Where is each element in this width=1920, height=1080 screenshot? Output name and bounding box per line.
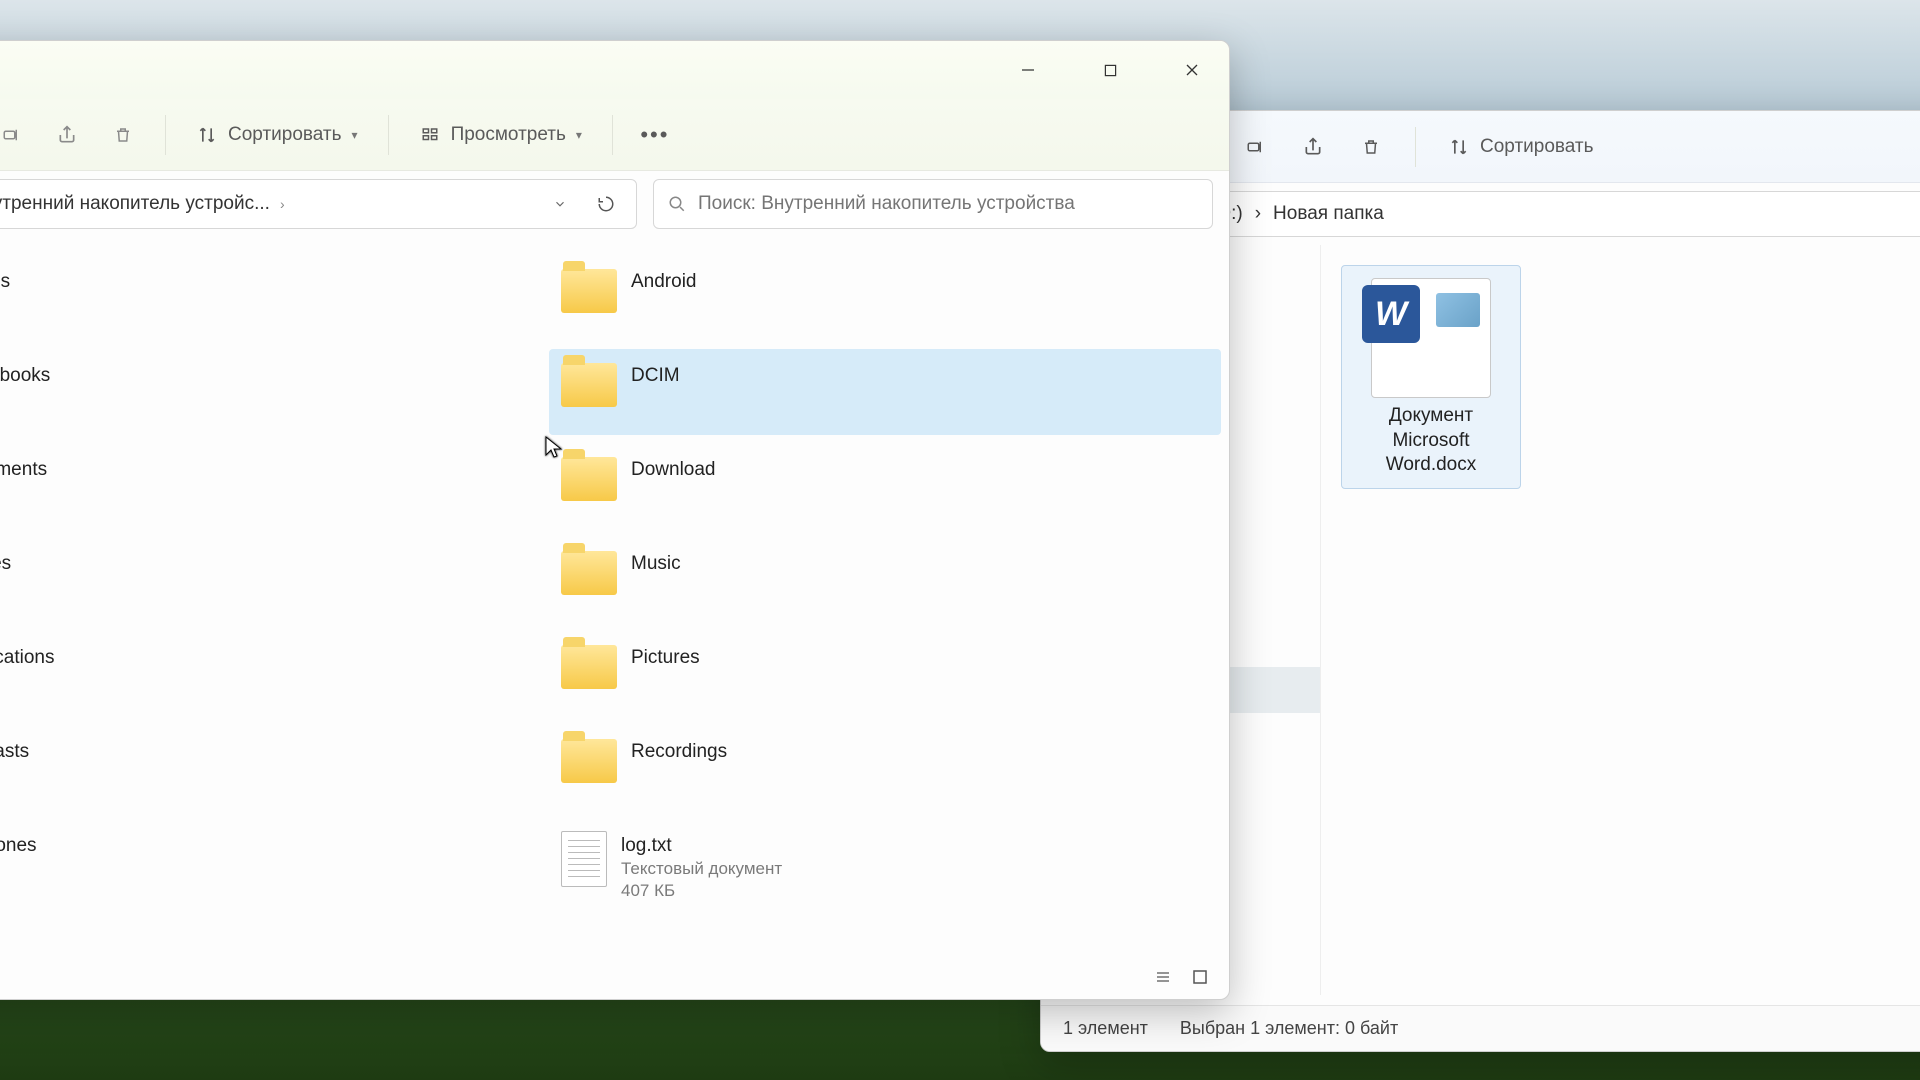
view-button[interactable]: Просмотреть ▾ — [407, 111, 594, 159]
file-item[interactable]: log.txtТекстовый документ407 КБ — [549, 819, 1221, 905]
search-icon — [668, 195, 686, 213]
explorer-window-device[interactable]: ройства Сортировать ▾ Просмотреть ▾ ••• … — [0, 40, 1230, 1000]
file-item-word-doc[interactable]: Документ Microsoft Word.docx — [1341, 265, 1521, 489]
separator — [388, 115, 389, 155]
file-name: Документ Microsoft Word.docx — [1386, 404, 1476, 478]
item-name: Movies — [0, 553, 11, 575]
chevron-down-icon: ▾ — [352, 128, 358, 142]
folder-icon — [561, 551, 617, 595]
rename-button[interactable] — [1231, 123, 1279, 171]
trash-icon — [112, 124, 134, 146]
breadcrumb-part2[interactable]: Внутренний накопитель устройс... — [0, 193, 270, 215]
refresh-button[interactable] — [588, 186, 624, 222]
sort-icon — [1448, 136, 1470, 158]
status-count: 1 элемент — [1063, 1018, 1148, 1039]
item-name: DCIM — [631, 365, 680, 387]
item-name: Documents — [0, 459, 47, 481]
word-document-icon — [1371, 278, 1491, 398]
folder-item[interactable]: Movies — [0, 537, 541, 623]
folder-item[interactable]: Documents — [0, 443, 541, 529]
separator — [612, 115, 613, 155]
address-bar[interactable]: V2026 › Внутренний накопитель устройс...… — [0, 179, 637, 229]
sort-label: Сортировать — [228, 124, 342, 146]
sort-button[interactable]: Сортировать — [1436, 123, 1606, 171]
chevron-down-icon: ▾ — [576, 128, 582, 142]
minimize-button[interactable] — [1005, 47, 1051, 93]
separator — [1415, 127, 1416, 167]
folder-icon — [561, 269, 617, 313]
share-icon — [1302, 136, 1324, 158]
folder-item[interactable]: Pictures — [549, 631, 1221, 717]
folder-icon — [561, 363, 617, 407]
folder-item[interactable]: Podcasts — [0, 725, 541, 811]
rename-icon — [0, 124, 22, 146]
folder-item[interactable]: Audiobooks — [0, 349, 541, 435]
text-file-icon — [561, 831, 607, 887]
item-name: Music — [631, 553, 681, 575]
close-button[interactable] — [1169, 47, 1215, 93]
folder-item[interactable]: Ringtones — [0, 819, 541, 905]
chevron-right-icon: › — [280, 196, 285, 212]
item-name: Podcasts — [0, 741, 29, 763]
rename-button[interactable] — [0, 111, 35, 159]
folder-item[interactable]: Recordings — [549, 725, 1221, 811]
delete-button[interactable] — [1347, 123, 1395, 171]
title-bar[interactable]: ройства — [0, 41, 1229, 99]
item-name: Ringtones — [0, 835, 37, 857]
chevron-right-icon: › — [1255, 203, 1261, 225]
search-input[interactable] — [698, 193, 1198, 215]
share-icon — [56, 124, 78, 146]
item-name: Notifications — [0, 647, 55, 669]
search-box[interactable] — [653, 179, 1213, 229]
item-name: Alarms — [0, 271, 10, 293]
sort-icon — [196, 124, 218, 146]
details-view-button[interactable] — [1153, 969, 1173, 985]
folder-icon — [561, 739, 617, 783]
folder-icon — [561, 457, 617, 501]
item-name: Audiobooks — [0, 365, 50, 387]
folder-icon — [561, 645, 617, 689]
item-name: Download — [631, 459, 716, 481]
maximize-button[interactable] — [1087, 47, 1133, 93]
toolbar: Сортировать ▾ Просмотреть ▾ ••• — [0, 99, 1229, 171]
item-type: Текстовый документ — [621, 859, 782, 879]
item-size: 407 КБ — [621, 881, 782, 901]
view-switcher — [1133, 955, 1229, 999]
more-button[interactable]: ••• — [631, 111, 679, 159]
folder-item[interactable]: Alarms — [0, 255, 541, 341]
item-name: log.txt — [621, 835, 782, 857]
folder-item[interactable]: Music — [549, 537, 1221, 623]
view-label: Просмотреть — [451, 124, 566, 146]
trash-icon — [1360, 136, 1382, 158]
share-button[interactable] — [43, 111, 91, 159]
status-selection: Выбран 1 элемент: 0 байт — [1180, 1018, 1398, 1039]
delete-button[interactable] — [99, 111, 147, 159]
rename-icon — [1244, 136, 1266, 158]
sort-button[interactable]: Сортировать ▾ — [184, 111, 370, 159]
item-name: Android — [631, 271, 697, 293]
ellipsis-icon: ••• — [644, 124, 666, 146]
address-row: V2026 › Внутренний накопитель устройс...… — [0, 171, 1229, 237]
thumbnails-view-button[interactable] — [1191, 968, 1209, 986]
item-name: Pictures — [631, 647, 700, 669]
breadcrumb-folder[interactable]: Новая папка — [1273, 203, 1384, 225]
sort-label: Сортировать — [1480, 136, 1594, 158]
file-area[interactable]: Документ Microsoft Word.docx — [1321, 245, 1920, 995]
folder-item[interactable]: Android — [549, 255, 1221, 341]
history-dropdown[interactable] — [542, 186, 578, 222]
separator — [165, 115, 166, 155]
status-bar: 1 элемент Выбран 1 элемент: 0 байт — [1041, 1005, 1920, 1051]
item-name: Recordings — [631, 741, 727, 763]
share-button[interactable] — [1289, 123, 1337, 171]
folder-item[interactable]: Notifications — [0, 631, 541, 717]
view-icon — [419, 124, 441, 146]
folder-item[interactable]: DCIM — [549, 349, 1221, 435]
folder-item[interactable]: Download — [549, 443, 1221, 529]
file-area[interactable]: Alarms Android Audiobooks DCIM Documents Down… — [0, 237, 1229, 943]
